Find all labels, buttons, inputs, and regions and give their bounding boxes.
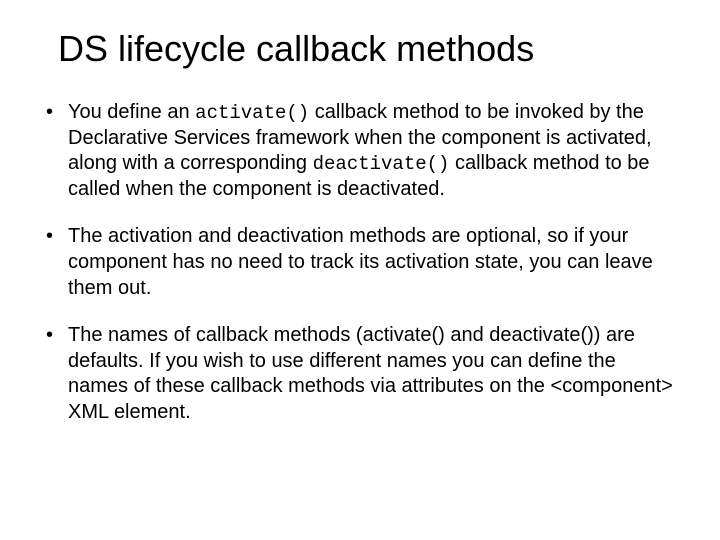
list-item: The activation and deactivation methods … bbox=[40, 224, 680, 301]
list-item: You define an activate() callback method… bbox=[40, 100, 680, 202]
bullet-list: You define an activate() callback method… bbox=[40, 100, 680, 426]
slide-title: DS lifecycle callback methods bbox=[58, 28, 680, 70]
code-span: deactivate() bbox=[313, 153, 450, 175]
bullet-text: The activation and deactivation methods … bbox=[68, 225, 653, 298]
list-item: The names of callback methods (activate(… bbox=[40, 323, 680, 425]
slide: DS lifecycle callback methods You define… bbox=[0, 0, 720, 540]
bullet-text: You define an bbox=[68, 101, 195, 123]
code-span: activate() bbox=[195, 102, 309, 124]
bullet-text: The names of callback methods (activate(… bbox=[68, 324, 673, 423]
